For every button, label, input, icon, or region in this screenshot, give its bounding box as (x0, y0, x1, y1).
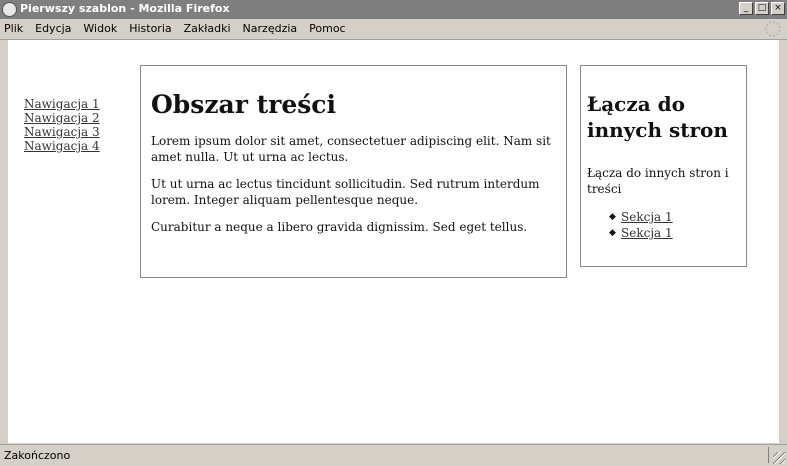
bullet-icon: ◆ (609, 228, 616, 238)
menu-bar: Plik Edycja Widok Historia Zakładki Narz… (0, 19, 787, 40)
window-controls: _ □ × (739, 2, 785, 17)
list-item: ◆ Sekcja 1 (609, 225, 740, 241)
sidebar-text: Łącza do innych stron i treści (587, 166, 729, 196)
title-bar[interactable]: Pierwszy szablon - Mozilla Firefox _ □ × (0, 0, 787, 19)
maximize-button[interactable]: □ (755, 2, 769, 15)
resize-grip-icon[interactable] (773, 452, 785, 464)
window-title: Pierwszy szablon - Mozilla Firefox (20, 2, 230, 15)
browser-window: Pierwszy szablon - Mozilla Firefox _ □ ×… (0, 0, 787, 466)
nav-link-3[interactable]: Nawigacja 3 (24, 125, 100, 139)
nav-link-4[interactable]: Nawigacja 4 (24, 139, 100, 153)
close-button[interactable]: × (771, 2, 785, 15)
status-text: Zakończono (4, 449, 71, 462)
list-item: ◆ Sekcja 1 (609, 209, 740, 225)
menu-edycja[interactable]: Edycja (35, 22, 71, 35)
page-viewport[interactable]: Nawigacja 1 Nawigacja 2 Nawigacja 3 Nawi… (8, 40, 779, 443)
content-paragraph-1: Lorem ipsum dolor sit amet, consectetuer… (151, 134, 551, 164)
firefox-icon (2, 2, 17, 17)
bullet-icon: ◆ (609, 212, 616, 222)
throbber-icon (765, 21, 781, 37)
menu-pomoc[interactable]: Pomoc (309, 22, 345, 35)
menu-narzedzia[interactable]: Narzędzia (243, 22, 298, 35)
links-sidebar: Łącza do innych stron Łącza do innych st… (580, 65, 747, 267)
sidebar-heading: Łącza do innych stron (587, 92, 728, 142)
content-heading: Obszar treści (151, 90, 337, 119)
content-paragraph-2: Ut ut urna ac lectus tincidunt sollicitu… (151, 177, 540, 207)
minimize-button[interactable]: _ (739, 2, 753, 15)
content-area: Obszar treści Lorem ipsum dolor sit amet… (140, 65, 567, 278)
sidebar-link-1[interactable]: Sekcja 1 (621, 210, 673, 224)
menu-zakladki[interactable]: Zakładki (184, 22, 231, 35)
nav-link-2[interactable]: Nawigacja 2 (24, 111, 100, 125)
status-bar: Zakończono (0, 444, 787, 466)
sidebar-link-2[interactable]: Sekcja 1 (621, 226, 673, 240)
menu-plik[interactable]: Plik (4, 22, 23, 35)
menu-widok[interactable]: Widok (83, 22, 117, 35)
navigation: Nawigacja 1 Nawigacja 2 Nawigacja 3 Nawi… (24, 97, 100, 153)
sidebar-link-list: ◆ Sekcja 1 ◆ Sekcja 1 (587, 209, 740, 241)
content-paragraph-3: Curabitur a neque a libero gravida digni… (151, 220, 528, 234)
menu-historia[interactable]: Historia (129, 22, 171, 35)
nav-link-1[interactable]: Nawigacja 1 (24, 97, 100, 111)
status-divider (768, 447, 769, 463)
